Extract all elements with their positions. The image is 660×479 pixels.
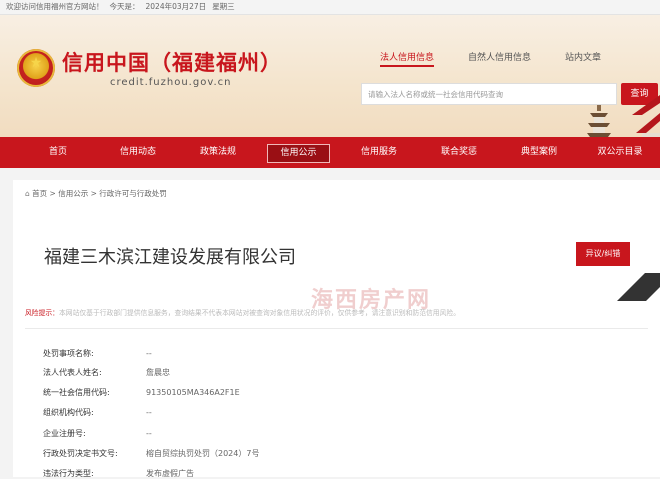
tab-natural-person-credit[interactable]: 自然人信用信息 [468,50,531,63]
today-label: 今天是： [109,2,140,11]
detail-row: 组织机构代码: -- [43,407,152,418]
detail-value: 詹晨忠 [146,368,170,377]
detail-value: 榕自贸综执罚处罚（2024）7号 [146,449,260,458]
detail-value: -- [146,349,152,358]
detail-panel: ⌂ 首页 > 信用公示 > 行政许可与行政处罚 福建三木滨江建设发展有限公司 异… [13,180,660,479]
nav-item-credit-services[interactable]: 信用服务 [351,144,407,161]
nav-item-credit-disclosure[interactable]: 信用公示 [267,144,330,163]
detail-label: 处罚事项名称: [43,349,94,358]
detail-row: 统一社会信用代码: 91350105MA346A2F1E [43,387,240,398]
risk-notice-text: 本网站仅基于行政部门提供信息服务，查询结果不代表本网站对被查询对象信用状况的评价… [58,309,460,317]
nav-item-policies[interactable]: 政策法规 [190,144,246,161]
breadcrumb-home[interactable]: 首页 [32,189,47,198]
detail-row: 行政处罚决定书文号: 榕自贸综执罚处罚（2024）7号 [43,448,259,459]
detail-label: 企业注册号: [43,429,86,438]
detail-label: 法人代表人姓名: [43,368,102,377]
search-tabs: 法人信用信息 自然人信用信息 站内文章 [380,50,635,67]
home-icon[interactable]: ⌂ [25,189,30,198]
site-header: ★ 信用中国（福建福州） credit.fuzhou.gov.cn 法人信用信息… [0,15,660,137]
main-nav: 首页 信用动态 政策法规 信用公示 信用服务 联合奖惩 典型案例 双公示目录 [0,137,660,168]
nav-item-home[interactable]: 首页 [30,144,86,161]
search-input[interactable]: 请输入法人名称或统一社会信用代码查询 [361,83,617,105]
detail-row: 处罚事项名称: -- [43,348,152,359]
detail-value: -- [146,408,152,417]
risk-notice: 风险提示：本网站仅基于行政部门提供信息服务，查询结果不代表本网站对被查询对象信用… [25,307,645,317]
detail-label: 组织机构代码: [43,408,94,417]
nav-item-joint-rewards[interactable]: 联合奖惩 [431,144,487,161]
nav-item-credit-news[interactable]: 信用动态 [110,144,166,161]
nav-item-typical-cases[interactable]: 典型案例 [511,144,567,161]
dispute-correction-button[interactable]: 异议/纠错 [576,242,630,266]
detail-label: 行政处罚决定书文号: [43,449,118,458]
detail-row: 违法行为类型: 发布虚假广告 [43,468,194,479]
tab-legal-person-credit[interactable]: 法人信用信息 [380,50,435,67]
risk-notice-heading: 风险提示： [25,309,59,317]
pagoda-illustration-icon [587,105,611,137]
detail-label: 统一社会信用代码: [43,388,110,397]
nav-item-dual-disclosure[interactable]: 双公示目录 [588,144,652,161]
tab-site-articles[interactable]: 站内文章 [565,50,601,63]
site-url: credit.fuzhou.gov.cn [110,77,232,88]
detail-label: 违法行为类型: [43,469,94,478]
detail-row: 企业注册号: -- [43,428,152,439]
top-info-bar: 欢迎访问信用福州官方网站！ 今天是： 2024年03月27日 星期三 [0,0,660,15]
detail-row: 法人代表人姓名: 詹晨忠 [43,367,170,378]
national-emblem-icon: ★ [17,49,55,87]
detail-value: 91350105MA346A2F1E [146,388,240,397]
site-title[interactable]: 信用中国（福建福州） [62,47,282,77]
breadcrumb: ⌂ 首页 > 信用公示 > 行政许可与行政处罚 [25,189,167,198]
welcome-text: 欢迎访问信用福州官方网站！ [6,2,104,11]
breadcrumb-credit-disclosure[interactable]: 信用公示 [58,189,88,198]
temple-roof-illustration-icon [632,95,660,137]
company-name: 福建三木滨江建设发展有限公司 [44,247,296,268]
current-weekday: 星期三 [212,2,235,11]
current-date: 2024年03月27日 [145,2,207,11]
detail-value: -- [146,429,152,438]
breadcrumb-current: 行政许可与行政处罚 [99,189,167,198]
section-divider [25,328,648,329]
